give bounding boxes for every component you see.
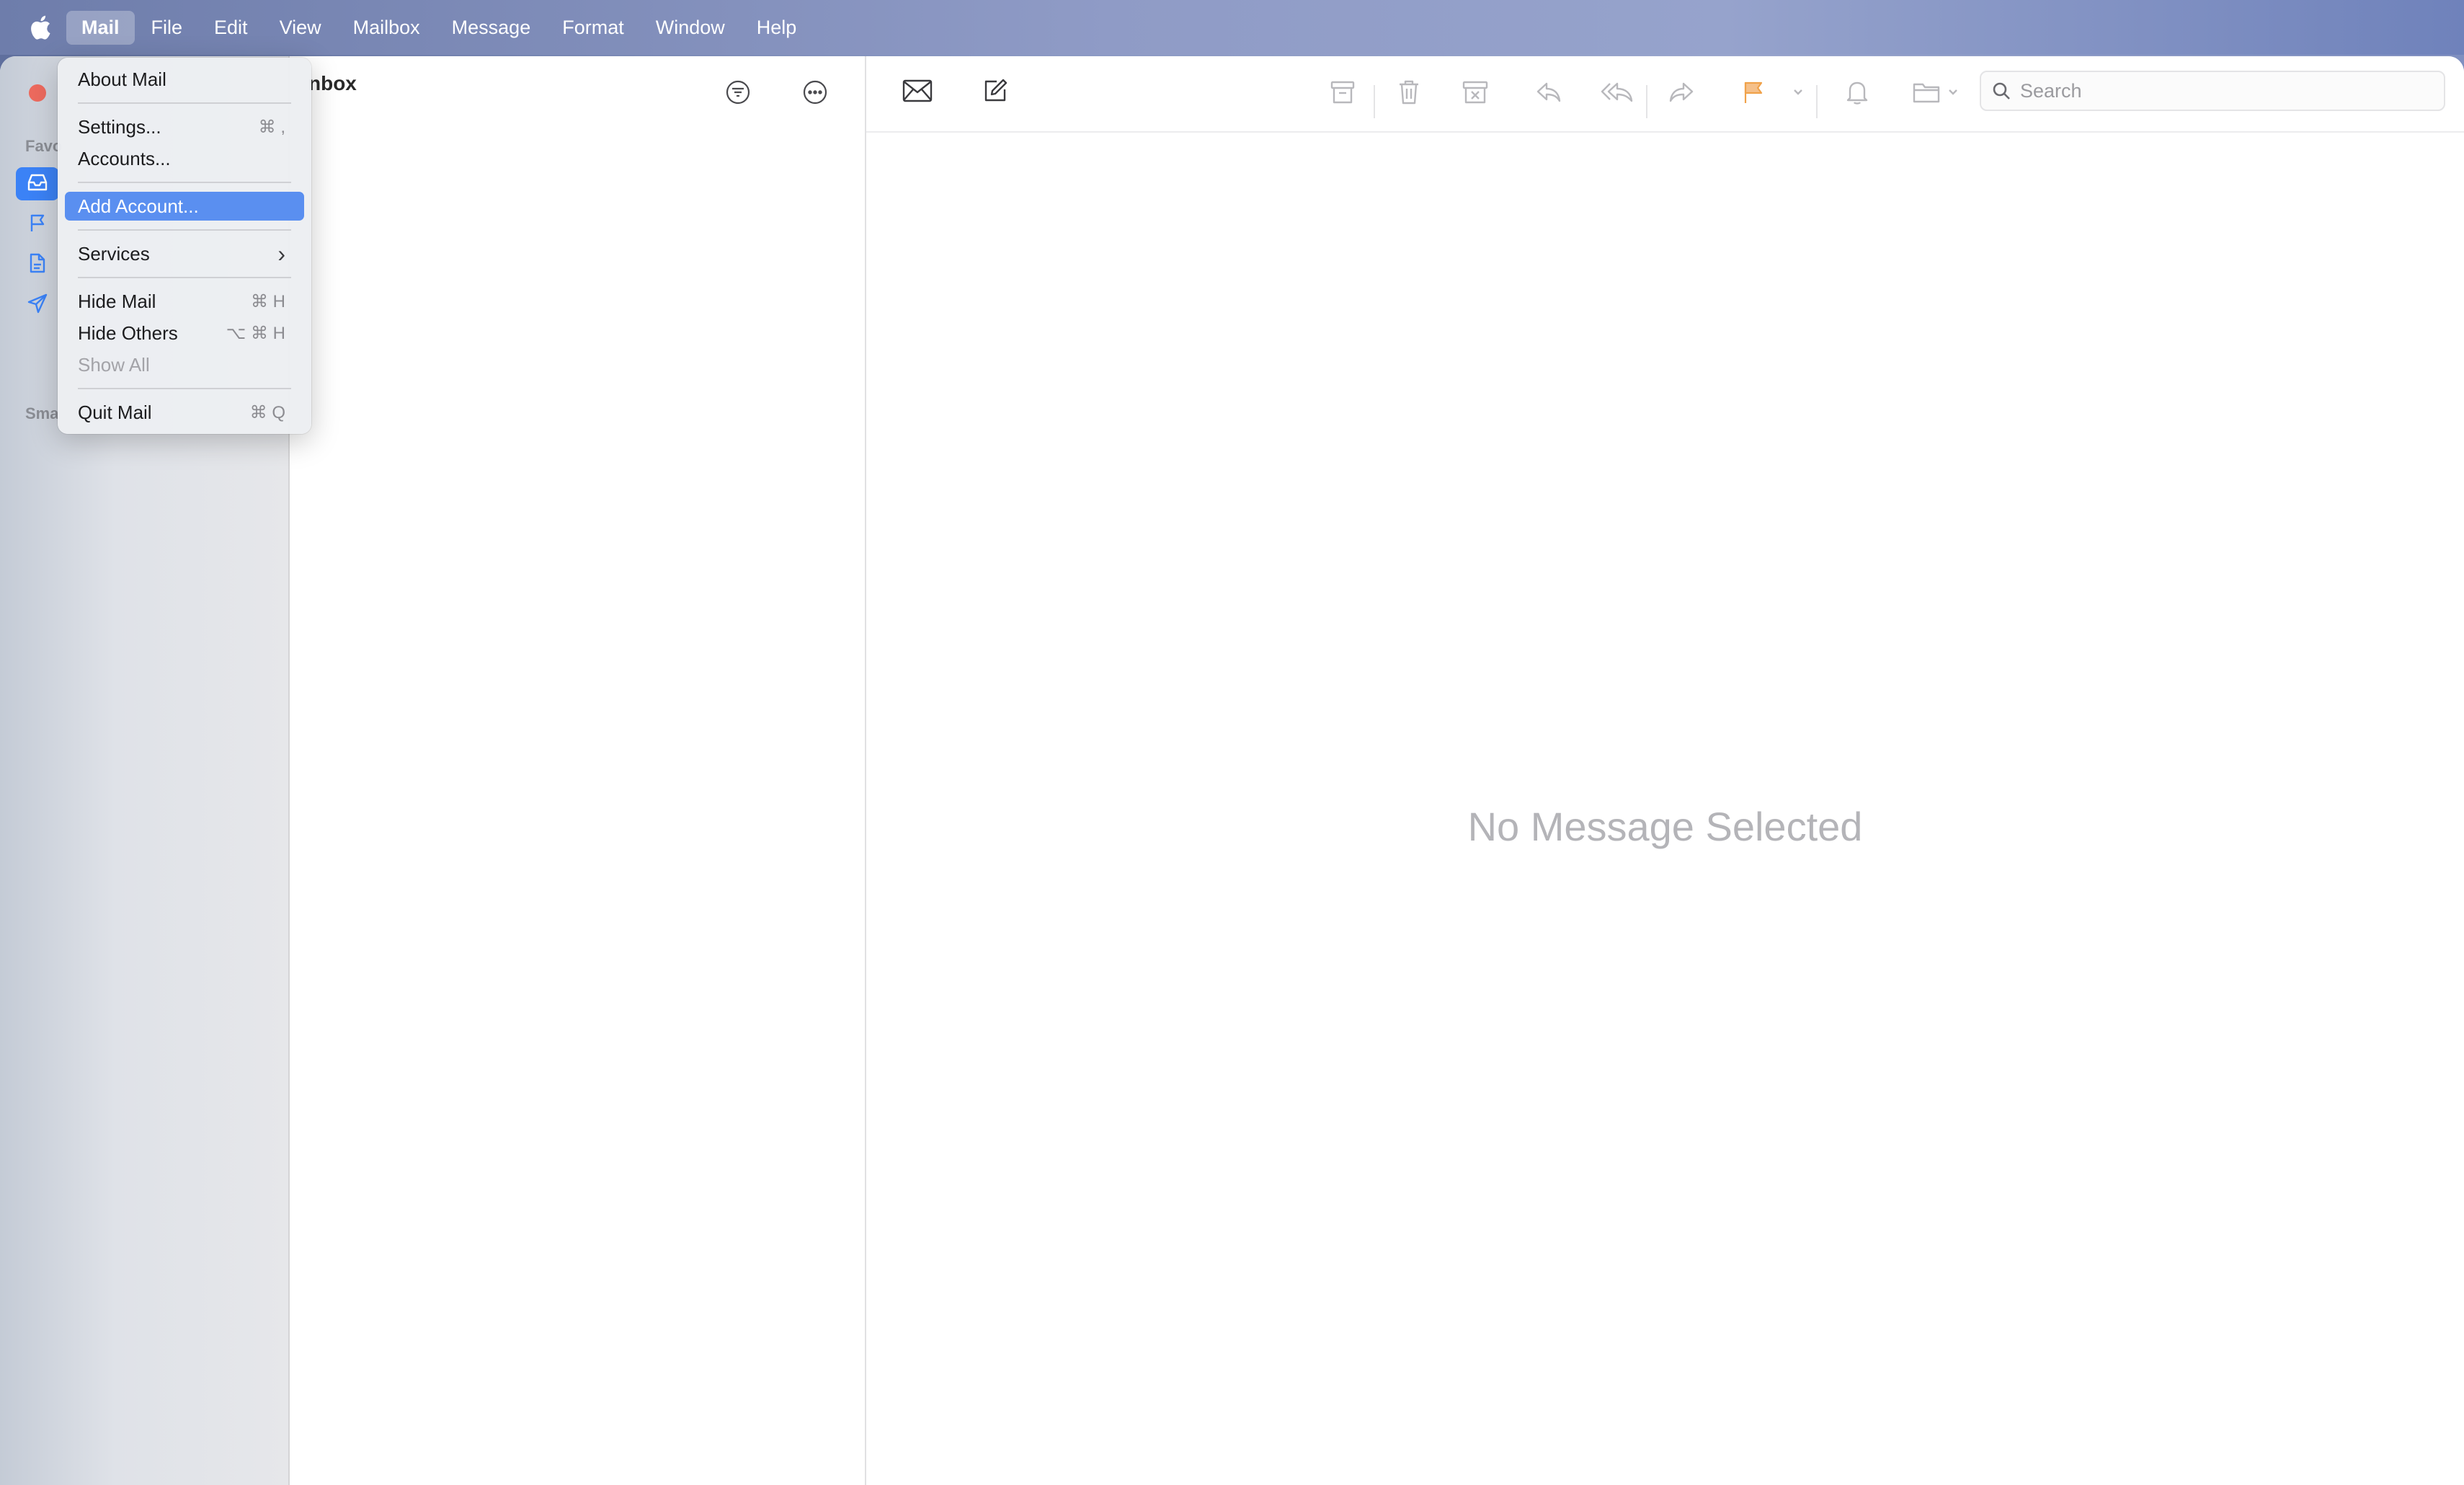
get-mail-button[interactable] <box>899 76 935 108</box>
filter-button[interactable] <box>722 78 754 110</box>
menu-format[interactable]: Format <box>547 11 639 45</box>
menu-edit[interactable]: Edit <box>199 11 263 45</box>
search-icon <box>1991 81 2011 101</box>
menu-file[interactable]: File <box>136 11 198 45</box>
mail-menu-dropdown: About Mail Settings... ⌘ , Accounts... A… <box>58 58 311 434</box>
chevron-right-icon: › <box>277 240 285 267</box>
menu-item-label: Hide Mail <box>78 290 156 312</box>
compose-button[interactable] <box>977 76 1013 108</box>
menu-item-label: Add Account... <box>78 195 199 217</box>
menu-mail[interactable]: Mail <box>66 10 135 45</box>
compose-icon <box>982 78 1008 107</box>
menu-item-label: Hide Others <box>78 322 178 344</box>
document-icon <box>29 252 46 278</box>
toolbar-separator <box>1816 85 1818 118</box>
menu-separator <box>78 182 291 183</box>
no-message-selected-text: No Message Selected <box>1467 804 1863 849</box>
junk-icon <box>1462 80 1489 108</box>
more-button[interactable] <box>799 78 831 110</box>
junk-button[interactable] <box>1457 78 1493 110</box>
sidebar-section-favorites: Favo <box>25 137 63 155</box>
reply-button[interactable] <box>1531 78 1567 110</box>
envelope-icon <box>902 79 933 106</box>
message-list: nbox <box>290 56 866 1485</box>
archive-button[interactable] <box>1325 78 1361 110</box>
folder-icon <box>1912 81 1941 107</box>
menu-item-show-all: Show All <box>65 350 304 379</box>
menu-separator <box>78 229 291 231</box>
menu-item-shortcut: ⌘ H <box>251 291 285 311</box>
more-icon <box>802 79 828 109</box>
reply-all-icon <box>1600 81 1634 107</box>
flag-icon <box>1742 80 1765 108</box>
menu-item-label: About Mail <box>78 68 166 90</box>
menu-separator <box>78 102 291 104</box>
menu-item-hide-mail[interactable]: Hide Mail ⌘ H <box>65 287 304 316</box>
menu-item-settings[interactable]: Settings... ⌘ , <box>65 112 304 141</box>
sidebar-item-sent[interactable] <box>16 288 59 322</box>
chevron-down-icon <box>1947 87 1959 100</box>
forward-button[interactable] <box>1663 78 1699 110</box>
flag-icon <box>28 213 47 236</box>
menu-item-accounts[interactable]: Accounts... <box>65 144 304 173</box>
inbox-icon <box>27 173 48 195</box>
toolbar-divider <box>866 131 2464 133</box>
menu-item-quit-mail[interactable]: Quit Mail ⌘ Q <box>65 398 304 427</box>
apple-logo-icon[interactable] <box>27 13 53 42</box>
menu-view[interactable]: View <box>264 11 337 45</box>
toolbar-separator <box>1646 85 1647 118</box>
menu-item-shortcut: ⌘ , <box>258 117 285 137</box>
menu-item-add-account[interactable]: Add Account... <box>65 192 304 221</box>
menu-separator <box>78 388 291 389</box>
message-viewer: No Message Selected <box>866 56 2464 1485</box>
search-field[interactable] <box>1980 71 2445 111</box>
menu-item-hide-others[interactable]: Hide Others ⌥ ⌘ H <box>65 319 304 347</box>
trash-icon <box>1397 79 1420 109</box>
menu-item-label: Quit Mail <box>78 401 152 423</box>
delete-button[interactable] <box>1391 78 1427 110</box>
bell-icon <box>1846 79 1869 109</box>
forward-icon <box>1668 81 1695 107</box>
chevron-down-icon <box>1792 87 1804 100</box>
menu-help[interactable]: Help <box>742 11 812 45</box>
menu-item-services[interactable]: Services › <box>65 239 304 268</box>
menu-window[interactable]: Window <box>641 11 740 45</box>
menu-item-shortcut: ⌘ Q <box>249 402 285 422</box>
filter-icon <box>725 79 751 109</box>
paper-plane-icon <box>27 293 48 318</box>
sidebar-item-inbox[interactable] <box>16 167 59 200</box>
menu-mailbox[interactable]: Mailbox <box>338 11 435 45</box>
flag-button[interactable] <box>1735 78 1771 110</box>
move-menu-button[interactable] <box>1943 82 1963 105</box>
sidebar-item-flagged[interactable] <box>16 208 59 241</box>
menu-message[interactable]: Message <box>437 11 546 45</box>
flag-menu-button[interactable] <box>1787 82 1809 105</box>
search-input[interactable] <box>2019 79 2425 103</box>
reply-icon <box>1535 81 1562 107</box>
menu-item-label: Settings... <box>78 115 161 138</box>
menu-item-label: Services <box>78 242 150 265</box>
move-button[interactable] <box>1908 78 1944 110</box>
menu-separator <box>78 277 291 278</box>
sidebar-item-drafts[interactable] <box>16 248 59 281</box>
close-window-button[interactable] <box>29 84 46 102</box>
reply-all-button[interactable] <box>1597 78 1637 110</box>
menu-item-about-mail[interactable]: About Mail <box>65 65 304 94</box>
menu-bar: Mail File Edit View Mailbox Message Form… <box>0 0 2464 55</box>
archive-icon <box>1330 80 1356 108</box>
menu-item-shortcut: ⌥ ⌘ H <box>226 323 285 343</box>
menu-item-label: Show All <box>78 353 150 376</box>
mail-window: Favo Sma nbox Search No Message Selected <box>0 56 2464 1485</box>
notify-button[interactable] <box>1839 78 1875 110</box>
mailbox-title: nbox <box>308 72 357 94</box>
sidebar-section-smart-mailboxes: Sma <box>25 404 59 422</box>
menu-item-label: Accounts... <box>78 147 171 169</box>
toolbar-separator <box>1374 85 1375 118</box>
